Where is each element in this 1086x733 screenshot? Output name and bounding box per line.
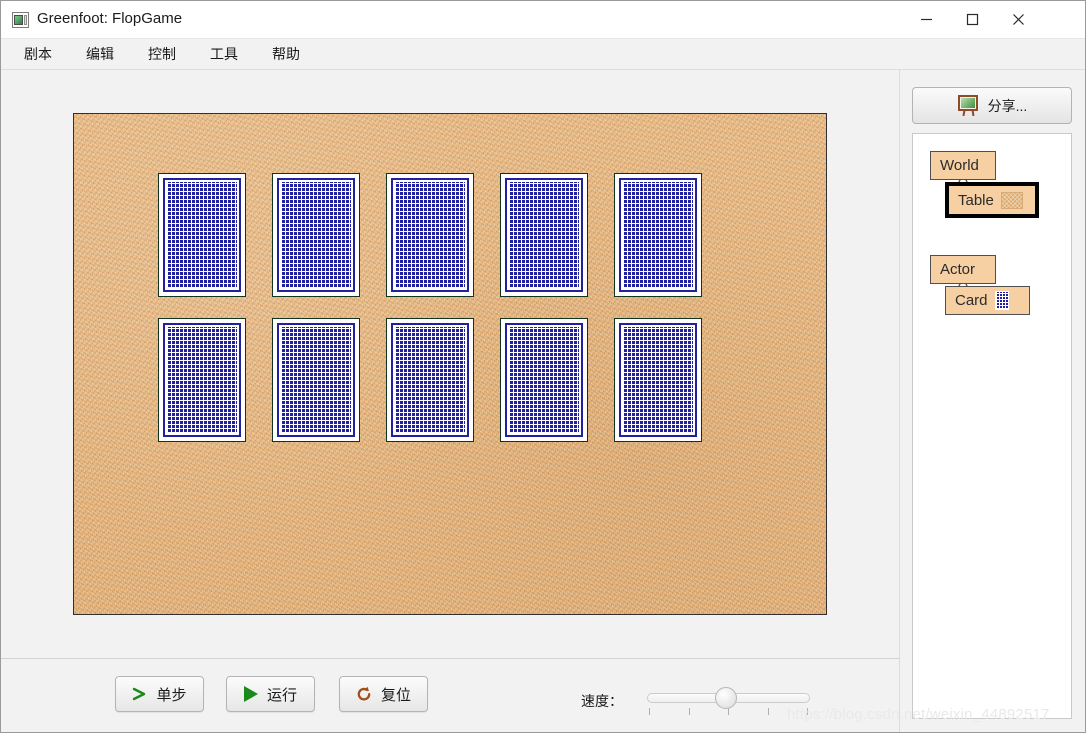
class-label-actor: Actor <box>940 261 976 278</box>
menu-edit[interactable]: 编辑 <box>78 41 122 67</box>
card-actor[interactable] <box>386 318 474 442</box>
class-label-table: Table <box>958 191 994 209</box>
menu-help[interactable]: 帮助 <box>264 41 308 67</box>
speed-slider-thumb[interactable] <box>715 687 737 709</box>
card-border <box>505 178 583 292</box>
card-border <box>277 323 355 437</box>
step-button-label: 单步 <box>156 686 187 704</box>
run-button[interactable]: 运行 <box>226 676 315 712</box>
close-button[interactable] <box>995 1 1041 38</box>
card-actor[interactable] <box>158 318 246 442</box>
card-actor[interactable] <box>614 318 702 442</box>
slider-tick <box>649 708 650 715</box>
run-button-label: 运行 <box>266 686 297 704</box>
card-actor[interactable] <box>272 173 360 297</box>
greenfoot-window: Greenfoot: FlopGame 剧本 编辑 控制 工具 帮助 单步 运行… <box>0 0 1086 733</box>
reset-circular-arrow-icon <box>357 686 371 701</box>
slider-tick <box>728 708 729 715</box>
slider-tick <box>768 708 769 715</box>
card-border <box>163 178 241 292</box>
menu-bar: 剧本 编辑 控制 工具 帮助 <box>1 39 1085 70</box>
reset-button[interactable]: 复位 <box>339 676 428 712</box>
inheritance-arrows <box>947 172 971 303</box>
card-actor[interactable] <box>158 173 246 297</box>
close-icon <box>1012 14 1024 25</box>
maximize-button[interactable] <box>949 1 995 38</box>
card-border <box>391 178 469 292</box>
share-button[interactable]: 分享... <box>912 87 1072 124</box>
maximize-icon <box>966 13 978 26</box>
menu-control[interactable]: 控制 <box>140 41 184 67</box>
step-button[interactable]: 单步 <box>115 676 204 712</box>
world-canvas[interactable] <box>73 113 827 615</box>
watermark: https://blog.csdn.net/weixin_44892517 <box>787 706 1050 723</box>
slider-tick <box>689 708 690 715</box>
card-border <box>619 178 697 292</box>
class-box-world[interactable]: World <box>930 151 996 180</box>
card-back-pattern <box>167 327 237 433</box>
share-button-label: 分享... <box>987 97 1028 114</box>
card-border <box>163 323 241 437</box>
card-actor[interactable] <box>500 173 588 297</box>
card-border <box>277 178 355 292</box>
minimize-button[interactable] <box>903 1 949 38</box>
sand-texture-thumbnail-icon <box>1000 191 1023 209</box>
minimize-icon <box>920 18 932 21</box>
card-border <box>505 323 583 437</box>
card-back-pattern <box>623 327 693 433</box>
card-back-pattern <box>509 182 579 288</box>
card-back-pattern <box>167 182 237 288</box>
window-title: Greenfoot: FlopGame <box>37 10 183 27</box>
card-back-pattern <box>395 182 465 288</box>
card-actor[interactable] <box>614 173 702 297</box>
class-label-card: Card <box>955 292 988 309</box>
world-pane <box>2 70 899 658</box>
card-back-pattern <box>509 327 579 433</box>
play-triangle-icon <box>243 686 258 702</box>
class-box-card[interactable]: Card <box>945 286 1030 315</box>
card-back-pattern <box>395 327 465 433</box>
class-box-actor[interactable]: Actor <box>930 255 996 284</box>
menu-scenario[interactable]: 剧本 <box>16 41 60 67</box>
speed-label: 速度： <box>581 693 623 709</box>
card-back-pattern <box>281 182 351 288</box>
card-border <box>391 323 469 437</box>
greenfoot-icon <box>12 12 29 28</box>
card-back-pattern <box>623 182 693 288</box>
class-diagram-panel: World Table Actor Card <box>912 133 1072 719</box>
chevron-right-icon <box>133 687 146 701</box>
sidebar: 分享... World Table Actor Card <box>900 70 1085 732</box>
class-box-table[interactable]: Table <box>945 182 1039 218</box>
class-label-world: World <box>940 157 979 174</box>
menu-tools[interactable]: 工具 <box>202 41 246 67</box>
card-actor[interactable] <box>500 318 588 442</box>
title-bar: Greenfoot: FlopGame <box>1 1 1085 39</box>
card-actor[interactable] <box>386 173 474 297</box>
easel-picture-icon <box>957 95 979 117</box>
card-actor[interactable] <box>272 318 360 442</box>
card-back-thumbnail-icon <box>994 291 1009 310</box>
card-border <box>619 323 697 437</box>
card-back-pattern <box>281 327 351 433</box>
speed-slider[interactable] <box>647 687 810 718</box>
reset-button-label: 复位 <box>380 686 411 704</box>
